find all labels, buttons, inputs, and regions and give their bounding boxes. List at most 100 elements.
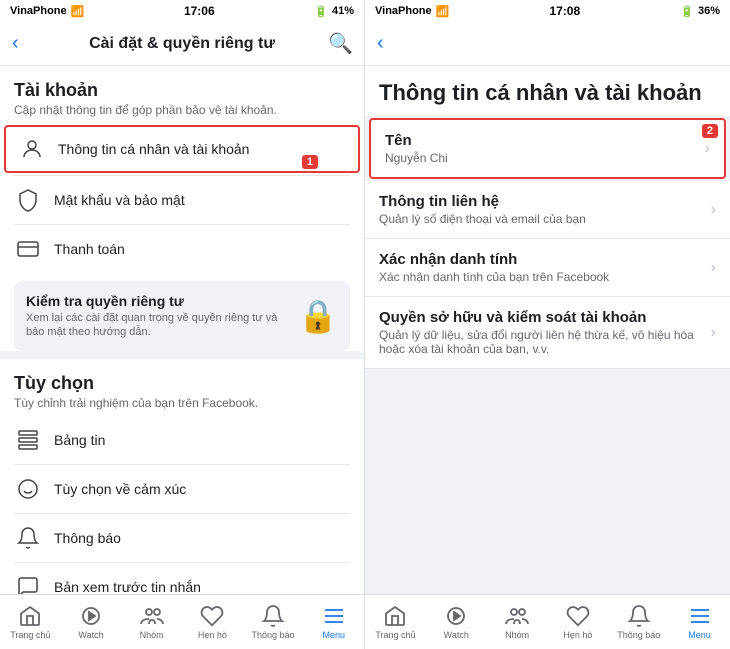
- dating-icon-right: [566, 604, 590, 628]
- nav-watch-label-left: Watch: [78, 630, 103, 640]
- nav-alerts-label-right: Thông báo: [617, 630, 660, 640]
- custom-section-header: Tùy chọn Tùy chỉnh trải nghiệm của bạn t…: [0, 359, 364, 416]
- home-icon-left: [18, 604, 42, 628]
- menu-item-reaction[interactable]: Tùy chọn về cảm xúc: [0, 465, 364, 513]
- menu-icon-right: [688, 604, 712, 628]
- person-icon: [18, 135, 46, 163]
- bottom-nav-left: Trang chủ Watch Nhóm Hẹn hò: [0, 594, 364, 649]
- watch-icon-right: [444, 604, 468, 628]
- privacy-card-desc: Xem lại các cài đặt quan trọng về quyền …: [26, 311, 288, 340]
- account-section: Tài khoản Cập nhật thông tin để góp phần…: [0, 66, 364, 351]
- watch-icon-left: [79, 604, 103, 628]
- ownership-subtitle: Quản lý dữ liệu, sửa đổi người liên hệ t…: [379, 328, 701, 356]
- menu-item-payment[interactable]: Thanh toán: [0, 225, 364, 273]
- name-text: Tên Nguyễn Chi: [385, 132, 448, 165]
- nav-watch-right[interactable]: Watch: [426, 595, 487, 649]
- groups-icon-left: [140, 604, 164, 628]
- wifi-icon-right: 📶: [436, 5, 450, 18]
- custom-section: Tùy chọn Tùy chỉnh trải nghiệm của bạn t…: [0, 359, 364, 594]
- nav-menu-left[interactable]: Menu: [303, 595, 364, 649]
- name-title: Tên: [385, 132, 448, 149]
- contact-subtitle: Quản lý số điện thoại và email của bạn: [379, 212, 586, 226]
- password-label: Mật khẩu và bảo mật: [54, 192, 350, 208]
- nav-menu-label-right: Menu: [688, 630, 711, 640]
- newsfeed-icon: [14, 426, 42, 454]
- right-menu-item-identity[interactable]: Xác nhận danh tính Xác nhận danh tính củ…: [365, 239, 730, 297]
- ownership-title: Quyền sở hữu và kiểm soát tài khoản: [379, 309, 701, 326]
- nav-home-right[interactable]: Trang chủ: [365, 595, 426, 649]
- status-bar-right-info: 🔋 36%: [680, 5, 720, 18]
- battery-right: 36%: [698, 5, 720, 17]
- privacy-card-content: Kiểm tra quyền riêng tư Xem lại các cài …: [26, 293, 288, 340]
- privacy-check-card[interactable]: Kiểm tra quyền riêng tư Xem lại các cài …: [14, 281, 350, 352]
- menu-item-notification[interactable]: Thông báo: [0, 514, 364, 562]
- battery-icon-left: 🔋: [314, 5, 328, 18]
- contact-text: Thông tin liên hệ Quản lý số điện thoại …: [379, 193, 586, 226]
- right-content: Tên Nguyễn Chi › 2 Thông tin liên hệ Quả…: [365, 116, 730, 594]
- payment-icon: [14, 235, 42, 263]
- battery-left: 41%: [332, 5, 354, 17]
- dating-icon-left: [200, 604, 224, 628]
- back-button-left[interactable]: ‹: [12, 32, 36, 55]
- nav-dating-label-left: Hẹn hò: [198, 630, 227, 640]
- bell-icon-menu: [14, 524, 42, 552]
- identity-text: Xác nhận danh tính Xác nhận danh tính củ…: [379, 251, 609, 284]
- menu-item-personal-info[interactable]: Thông tin cá nhân và tài khoản 1: [4, 125, 360, 173]
- menu-icon-left: [322, 604, 346, 628]
- menu-item-preview[interactable]: Bản xem trước tin nhắn: [0, 563, 364, 594]
- back-button-right[interactable]: ‹: [377, 32, 384, 55]
- bottom-nav-right: Trang chủ Watch Nhóm Hẹn hò: [365, 594, 730, 649]
- account-section-title: Tài khoản: [14, 80, 350, 101]
- right-menu-item-name[interactable]: Tên Nguyễn Chi › 2: [369, 118, 726, 179]
- newsfeed-label: Bảng tin: [54, 432, 350, 448]
- nav-groups-label-right: Nhóm: [505, 630, 529, 640]
- nav-groups-label-left: Nhóm: [140, 630, 164, 640]
- nav-menu-label-left: Menu: [322, 630, 345, 640]
- contact-title: Thông tin liên hệ: [379, 193, 586, 210]
- search-button-left[interactable]: 🔍: [328, 31, 352, 56]
- nav-dating-left[interactable]: Hẹn hò: [182, 595, 243, 649]
- menu-item-password[interactable]: Mật khẩu và bảo mật: [0, 176, 364, 224]
- right-menu-item-contact[interactable]: Thông tin liên hệ Quản lý số điện thoại …: [365, 181, 730, 239]
- page-title-left: Cài đặt & quyền riêng tư: [44, 35, 320, 53]
- badge-2: 2: [702, 124, 718, 138]
- chevron-icon-name: ›: [705, 140, 710, 158]
- nav-home-label-left: Trang chủ: [10, 630, 50, 640]
- nav-alerts-left[interactable]: Thông báo: [243, 595, 304, 649]
- right-panel: VinaPhone 📶 17:08 🔋 36% ‹ Thông tin cá n…: [365, 0, 730, 649]
- emoji-icon: [14, 475, 42, 503]
- bell-icon-left: [261, 604, 285, 628]
- menu-item-newsfeed[interactable]: Bảng tin: [0, 416, 364, 464]
- notification-label: Thông báo: [54, 530, 350, 546]
- status-bar-left-info: VinaPhone 📶: [10, 5, 84, 18]
- personal-info-label: Thông tin cá nhân và tài khoản: [58, 141, 346, 157]
- nav-dating-right[interactable]: Hẹn hò: [547, 595, 608, 649]
- chevron-icon-ownership: ›: [711, 324, 716, 342]
- badge-1: 1: [302, 155, 318, 169]
- status-bar-right-info: 🔋 41%: [314, 5, 354, 18]
- nav-menu-right[interactable]: Menu: [669, 595, 730, 649]
- wifi-icon-left: 📶: [71, 5, 85, 18]
- left-content: Tài khoản Cập nhật thông tin để góp phần…: [0, 66, 364, 594]
- payment-label: Thanh toán: [54, 241, 350, 257]
- nav-groups-right[interactable]: Nhóm: [487, 595, 548, 649]
- nav-watch-label-right: Watch: [444, 630, 469, 640]
- lock-icon: 🔒: [298, 297, 338, 335]
- nav-home-left[interactable]: Trang chủ: [0, 595, 61, 649]
- nav-alerts-right[interactable]: Thông báo: [608, 595, 669, 649]
- privacy-card-title: Kiểm tra quyền riêng tư: [26, 293, 288, 309]
- nav-watch-left[interactable]: Watch: [61, 595, 122, 649]
- time-left: 17:06: [184, 4, 215, 18]
- name-subtitle: Nguyễn Chi: [385, 151, 448, 165]
- ownership-text: Quyền sở hữu và kiểm soát tài khoản Quản…: [379, 309, 701, 356]
- time-right: 17:08: [549, 4, 580, 18]
- chat-icon: [14, 573, 42, 594]
- right-menu-item-ownership[interactable]: Quyền sở hữu và kiểm soát tài khoản Quản…: [365, 297, 730, 369]
- battery-icon-right: 🔋: [680, 5, 694, 18]
- nav-groups-left[interactable]: Nhóm: [121, 595, 182, 649]
- carrier-left: VinaPhone: [10, 5, 67, 17]
- identity-title: Xác nhận danh tính: [379, 251, 609, 268]
- groups-icon-right: [505, 604, 529, 628]
- right-page-title: Thông tin cá nhân và tài khoản: [365, 66, 730, 116]
- status-bar-right-left: VinaPhone 📶: [375, 5, 449, 18]
